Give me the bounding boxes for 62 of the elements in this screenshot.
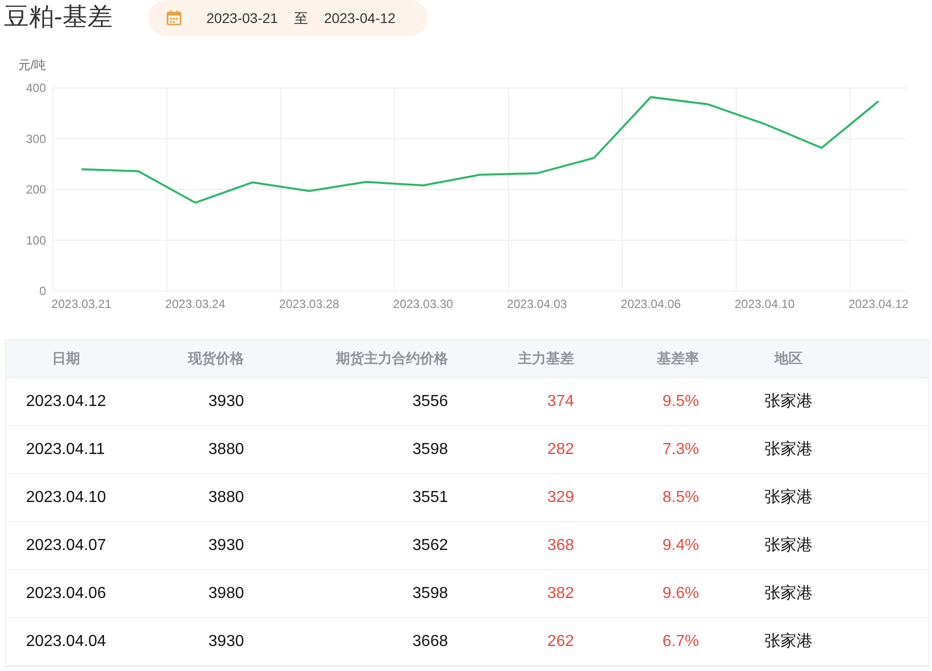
table-cell-text: 382 [546, 584, 574, 604]
table-cell-text: 8.5% [662, 488, 699, 508]
axis-tick-label: 100 [26, 233, 46, 248]
calendar-icon [166, 10, 182, 26]
table-cell-text: 张家港 [764, 632, 814, 652]
table-cell-text: 329 [546, 488, 574, 508]
table-cell-text: 3556 [411, 392, 448, 412]
table-cell-text: 张家港 [764, 440, 814, 460]
range-separator: 至 [294, 8, 308, 28]
table-cell-text: 7.3% [662, 440, 699, 460]
table-cell-text: 3668 [411, 632, 448, 652]
axis-tick-label: 0 [39, 284, 46, 298]
table-cell-text: 3598 [411, 440, 448, 460]
axis-tick-label: 2023.04.06 [620, 297, 681, 311]
table-cell-text: 9.4% [662, 536, 699, 556]
table-cell-text: 3880 [207, 440, 244, 460]
axis-tick-label: 200 [26, 182, 46, 196]
table-cell-text: 3880 [207, 488, 244, 508]
axis-tick-label: 2023.04.10 [734, 297, 795, 311]
table-cell-text: 2023.04.11 [25, 440, 106, 460]
axis-tick-label: 2023.03.28 [279, 297, 340, 311]
table-cell-text: 9.6% [662, 584, 699, 604]
column-header: 期货主力合约价格 [335, 349, 448, 368]
table-cell-text: 3930 [207, 632, 244, 652]
table-cell-text: 张家港 [764, 584, 814, 604]
axis-tick-label: 400 [26, 81, 46, 95]
table-cell-text: 2023.04.04 [25, 632, 108, 652]
table-cell-text: 2023.04.10 [25, 488, 108, 508]
column-header: 地区 [773, 349, 804, 368]
column-header: 现货价格 [186, 349, 244, 368]
table-cell-text: 368 [546, 536, 574, 556]
end-date: 2023-04-12 [324, 8, 396, 28]
table-cell-text: 3551 [411, 488, 448, 508]
date-range-picker[interactable]: 2023-03-21 至 2023-04-12 [148, 0, 428, 36]
column-header: 基差率 [656, 349, 699, 368]
table-cell-text: 282 [546, 440, 574, 460]
axis-tick-label: 2023.03.24 [165, 297, 226, 311]
axis-tick-label: 2023.04.12 [848, 297, 909, 311]
table-cell-text: 3980 [207, 584, 244, 604]
table-cell-text: 张家港 [764, 488, 814, 508]
axis-tick-label: 2023.03.21 [51, 297, 112, 311]
axis-tick-label: 2023.04.03 [506, 297, 567, 311]
table-cell-text: 张家港 [764, 392, 814, 412]
table-cell-text: 3930 [207, 392, 244, 412]
table-cell-text: 2023.04.06 [25, 584, 108, 604]
table-cell-text: 2023.04.07 [25, 536, 108, 556]
table-cell-text: 3930 [207, 536, 244, 556]
column-header: 日期 [51, 349, 81, 368]
table-cell-text: 3598 [411, 584, 448, 604]
start-date: 2023-03-21 [206, 8, 278, 28]
table-cell-text: 262 [546, 632, 574, 652]
table-cell-text: 9.5% [662, 392, 699, 412]
column-header: 主力基差 [517, 349, 574, 368]
axis-tick-label: 2023.03.30 [393, 297, 454, 311]
table-cell-text: 2023.04.12 [25, 392, 108, 412]
table-cell-text: 张家港 [764, 536, 814, 556]
page-title: 豆粕-基差 [3, 2, 112, 33]
table-cell-text: 3562 [411, 536, 448, 556]
table-cell-text: 6.7% [662, 632, 699, 652]
axis-tick-label: 300 [26, 132, 46, 146]
axis-unit-label: 元/吨 [18, 58, 46, 72]
table-cell-text: 374 [546, 392, 574, 412]
